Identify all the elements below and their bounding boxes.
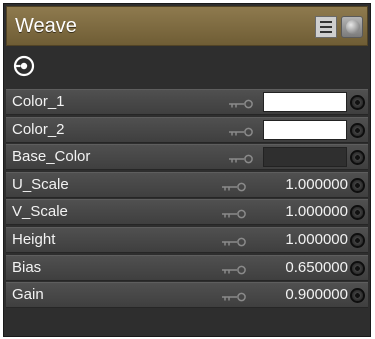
property-label: Base_Color	[12, 148, 91, 166]
property-row[interactable]: Bias 0.650000	[6, 254, 368, 281]
property-row[interactable]: Color_1	[6, 89, 368, 115]
property-row[interactable]: Height 1.000000	[6, 226, 368, 253]
key-icon[interactable]	[221, 265, 247, 275]
node-title-bar[interactable]: Weave	[6, 6, 368, 46]
input-connector-icon[interactable]	[350, 205, 365, 221]
property-label: Color_1	[12, 93, 65, 110]
property-row[interactable]: Base_Color	[6, 144, 368, 171]
property-value[interactable]: 0.650000	[285, 259, 348, 276]
property-row[interactable]: Gain 0.900000	[6, 282, 368, 309]
property-label: U_Scale	[12, 175, 69, 193]
key-icon[interactable]	[221, 209, 247, 219]
property-row[interactable]: V_Scale 1.000000	[6, 199, 368, 226]
node-title: Weave	[15, 15, 77, 37]
sphere-preview-icon[interactable]	[341, 16, 363, 38]
property-row[interactable]: Color_2	[6, 116, 368, 143]
property-label: V_Scale	[12, 203, 68, 221]
color-swatch[interactable]	[263, 147, 347, 168]
property-value[interactable]: 1.000000	[285, 231, 348, 248]
property-value[interactable]: 1.000000	[285, 176, 348, 193]
input-connector-icon[interactable]	[350, 260, 365, 276]
property-label: Color_2	[12, 120, 65, 138]
key-icon[interactable]	[228, 99, 254, 109]
shader-node-panel: Weave Color_1 Color_2 Base_Color U_Scale 1.0…	[3, 3, 371, 337]
output-row	[6, 47, 368, 85]
property-list: Color_1 Color_2 Base_Color U_Scale 1.000000 V…	[6, 89, 368, 310]
property-value[interactable]: 1.000000	[285, 203, 348, 220]
list-icon[interactable]	[315, 16, 337, 38]
color-swatch[interactable]	[263, 119, 347, 140]
key-icon[interactable]	[228, 127, 254, 137]
key-icon[interactable]	[228, 154, 254, 164]
key-icon[interactable]	[221, 182, 247, 192]
color-swatch[interactable]	[263, 92, 347, 112]
input-connector-icon[interactable]	[350, 288, 365, 304]
output-connector-icon[interactable]	[13, 55, 35, 77]
input-connector-icon[interactable]	[350, 122, 365, 138]
key-icon[interactable]	[221, 292, 247, 302]
input-connector-icon[interactable]	[350, 177, 365, 193]
property-label: Gain	[12, 286, 44, 304]
property-label: Height	[12, 230, 56, 248]
input-connector-icon[interactable]	[350, 150, 365, 166]
property-row[interactable]: U_Scale 1.000000	[6, 171, 368, 198]
input-connector-icon[interactable]	[350, 232, 365, 248]
input-connector-icon[interactable]	[350, 95, 365, 110]
key-icon[interactable]	[221, 237, 247, 247]
property-value[interactable]: 0.900000	[285, 286, 348, 303]
property-label: Bias	[12, 258, 42, 276]
